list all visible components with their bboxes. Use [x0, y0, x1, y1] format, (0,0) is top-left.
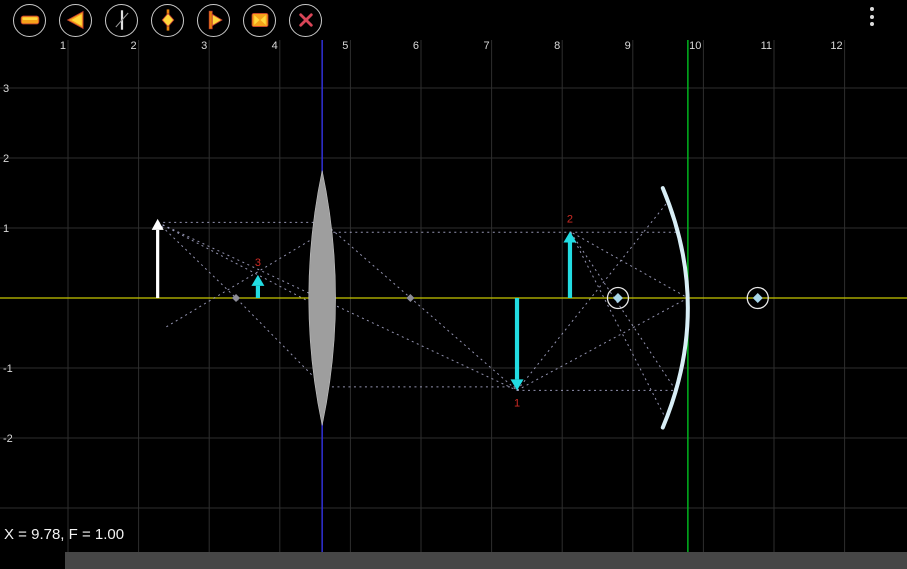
y-axis-label: 2 [3, 153, 9, 165]
image-arrow-2-head [563, 232, 576, 243]
x-axis-label: 8 [554, 40, 560, 52]
ray-dotted [158, 222, 517, 387]
horizontal-slab-icon [15, 5, 45, 35]
x-axis-label: 9 [625, 40, 631, 52]
kebab-menu-icon [870, 15, 874, 19]
optics-app: 123123456789101112321-1-2 [0, 0, 907, 569]
x-axis-label: 10 [689, 40, 701, 52]
lens-element[interactable] [309, 171, 336, 426]
image-arrow-3-head [251, 275, 264, 286]
x-axis-label: 12 [830, 40, 842, 52]
ray-dotted [570, 232, 666, 420]
status-readout: X = 9.78, F = 1.00 [4, 526, 124, 543]
ray-dotted [517, 201, 668, 390]
x-axis-label: 3 [201, 40, 207, 52]
y-axis-label: -1 [3, 363, 13, 375]
mirror-element[interactable] [663, 188, 688, 427]
handle-diamond [753, 293, 763, 303]
x-axis-label: 5 [342, 40, 348, 52]
thin-lens-icon [153, 5, 183, 35]
ray-dotted [158, 222, 324, 309]
x-axis-label: 7 [483, 40, 489, 52]
delete-tool-button[interactable] [289, 4, 322, 37]
x-axis-label: 2 [130, 40, 136, 52]
right-prism-icon [199, 5, 229, 35]
slab-tool-button[interactable] [13, 4, 46, 37]
x-axis-label: 1 [60, 40, 66, 52]
y-axis-label: -2 [3, 433, 13, 445]
object-arrow-head[interactable] [152, 219, 164, 230]
kebab-menu-icon [870, 22, 874, 26]
thin-lens-tool-button[interactable] [151, 4, 184, 37]
image-label-1: 1 [514, 397, 520, 409]
prism-right-tool-button[interactable] [197, 4, 230, 37]
flat-mirror-icon [107, 5, 137, 35]
y-axis-label: 3 [3, 83, 9, 95]
handle-diamond [613, 293, 623, 303]
y-axis-label: 1 [3, 223, 9, 235]
delete-x-icon [291, 5, 321, 35]
left-prism-icon [61, 5, 91, 35]
ray-dotted [517, 232, 688, 391]
x-axis-label: 4 [272, 40, 278, 52]
toolbar [0, 0, 907, 40]
ray-dotted [165, 232, 323, 327]
x-axis-label: 11 [761, 40, 772, 52]
bowtie-lens-icon [245, 5, 275, 35]
flat-mirror-tool-button[interactable] [105, 4, 138, 37]
ray-dotted [517, 232, 676, 391]
optics-canvas[interactable]: 123123456789101112321-1-2 [0, 0, 907, 569]
overflow-menu-button[interactable] [867, 4, 877, 29]
image-label-3: 3 [255, 257, 261, 269]
prism-left-tool-button[interactable] [59, 4, 92, 37]
x-axis-label: 6 [413, 40, 419, 52]
ray-dotted [158, 222, 517, 390]
image-label-2: 2 [567, 214, 573, 226]
focal-point-marker [406, 294, 414, 302]
kebab-menu-icon [870, 7, 874, 11]
bottom-bar [65, 552, 907, 569]
bowtie-lens-tool-button[interactable] [243, 4, 276, 37]
